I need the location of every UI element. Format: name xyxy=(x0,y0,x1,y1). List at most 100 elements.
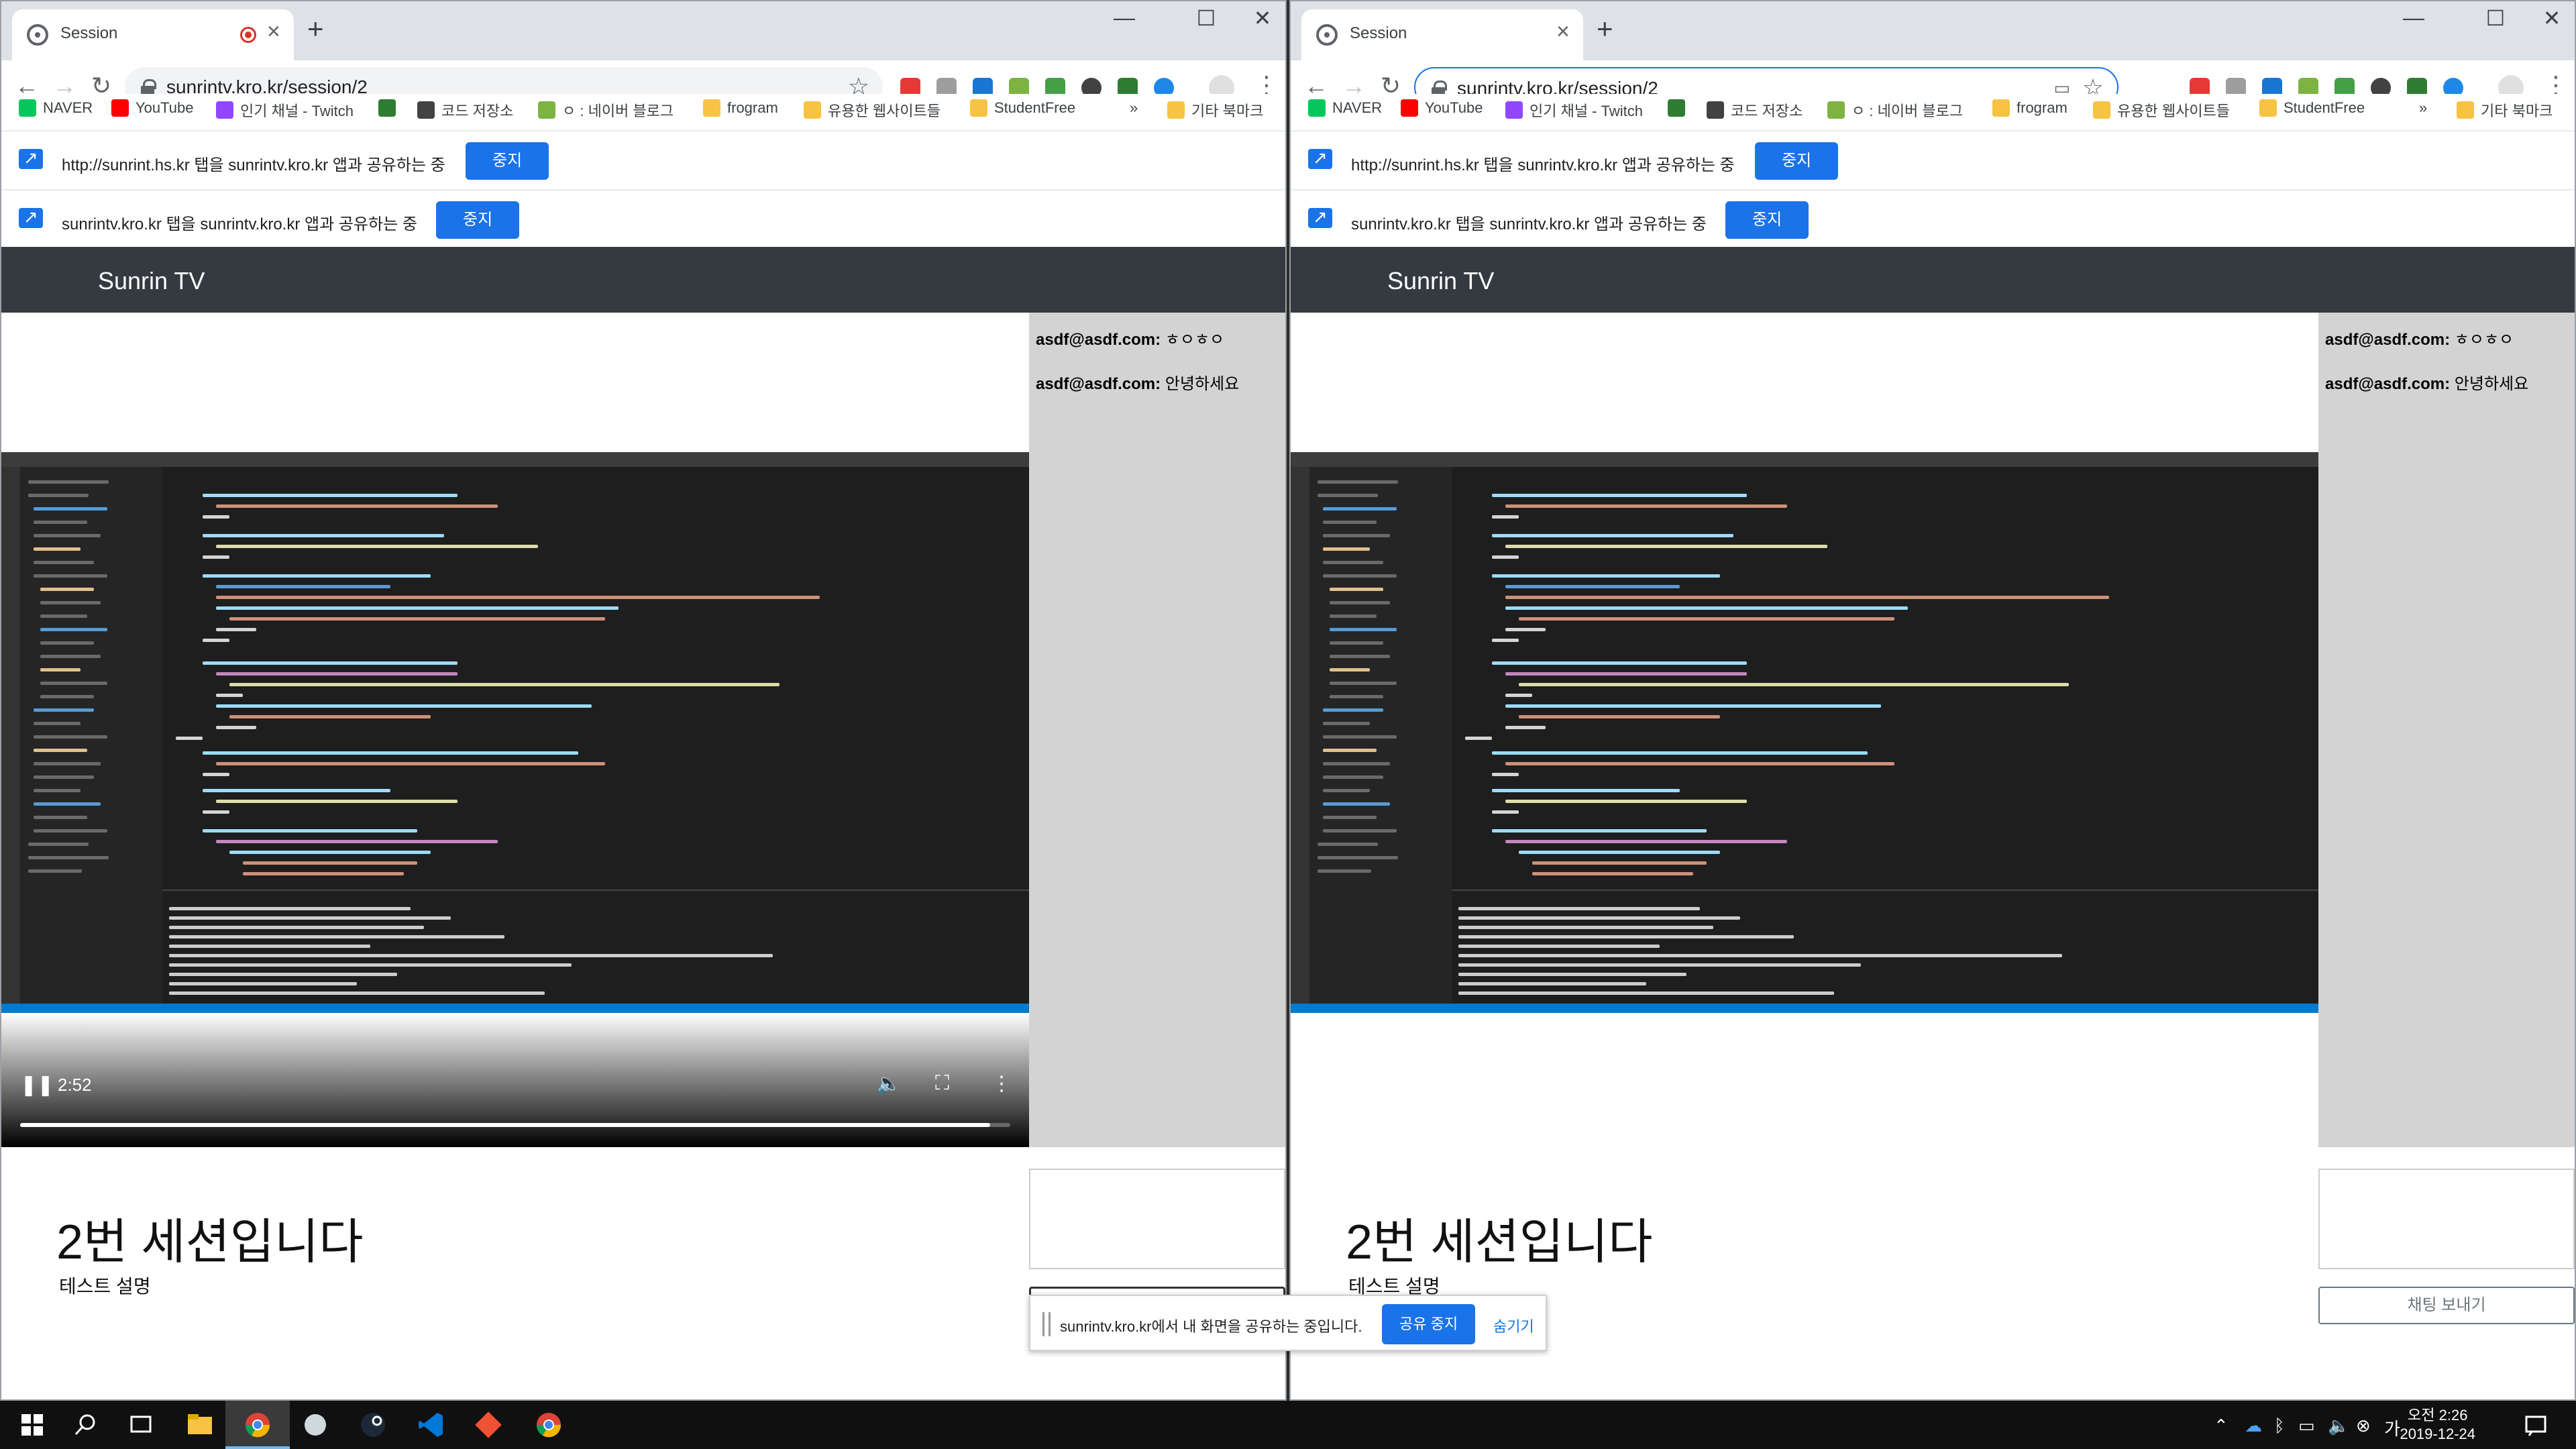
infobar-message: sunrintv.kro.kr 탭을 sunrintv.kro.kr 앱과 공유… xyxy=(62,215,417,233)
session-title: 2번 세션입니다 xyxy=(56,1216,364,1269)
bookmark-studentfree[interactable]: StudentFree xyxy=(2259,99,2365,117)
stop-sharing-button[interactable]: 중지 xyxy=(436,201,520,239)
bookmark-blog[interactable]: ㅇ : 네이버 블로그 xyxy=(538,99,674,121)
chrome-icon[interactable] xyxy=(533,1409,565,1441)
chrome-icon[interactable] xyxy=(241,1409,274,1441)
video-progress-bar[interactable] xyxy=(20,1123,1010,1127)
recording-icon xyxy=(240,27,256,43)
system-clock[interactable]: 오전 2:26 2019-12-24 xyxy=(2400,1406,2475,1444)
repo-icon xyxy=(417,101,435,119)
volume-icon[interactable]: 🔈 xyxy=(876,1072,901,1095)
hide-button[interactable]: 숨기기 xyxy=(1493,1315,1534,1336)
minimize-button[interactable]: — xyxy=(2394,5,2434,30)
chat-input[interactable] xyxy=(2318,1169,2575,1269)
maximize-button[interactable]: ☐ xyxy=(2475,5,2516,31)
new-tab-button[interactable]: + xyxy=(307,15,324,43)
app-icon[interactable] xyxy=(299,1409,331,1441)
window-close-button[interactable]: ✕ xyxy=(2532,5,2572,31)
tab-strip: Session × + — ☐ ✕ xyxy=(1291,1,2575,60)
bookmark-websites[interactable]: 유용한 웹사이트들 xyxy=(2093,99,2230,121)
stop-share-button[interactable]: 공유 중지 xyxy=(1382,1304,1476,1344)
vscode-icon[interactable] xyxy=(415,1409,447,1441)
bookmark-youtube[interactable]: YouTube xyxy=(1401,99,1483,117)
pause-icon[interactable]: ❚❚ xyxy=(20,1073,54,1097)
browser-window-left: Session × + — ☐ ✕ ← → ↻ sunrintv.kro.kr/… xyxy=(0,0,1287,1401)
bookmarks-overflow[interactable]: » xyxy=(2419,99,2427,117)
x-app-icon[interactable]: ⊗ xyxy=(2356,1415,2371,1436)
video-player[interactable]: ❚❚ 2:52 🔈 ⛶ ⋮ xyxy=(1,313,1029,1147)
naver-icon xyxy=(19,99,36,117)
folder-icon xyxy=(1992,99,2010,117)
bookmark-code[interactable] xyxy=(378,99,396,117)
stop-sharing-button[interactable]: 중지 xyxy=(1755,142,1839,180)
search-icon[interactable] xyxy=(70,1409,102,1441)
bookmark-other[interactable]: 기타 북마크 xyxy=(2457,99,2553,121)
video-controls: ❚❚ 2:52 🔈 ⛶ ⋮ xyxy=(1,1013,1029,1147)
tab-session[interactable]: Session × xyxy=(12,9,294,60)
bookmark-frogram[interactable]: frogram xyxy=(703,99,778,117)
close-tab-icon[interactable]: × xyxy=(1556,20,1570,43)
twitch-icon xyxy=(216,101,233,119)
folder-icon xyxy=(1167,101,1185,119)
folder-icon xyxy=(2093,101,2110,119)
bluetooth-icon[interactable]: ᛒ xyxy=(2274,1415,2285,1436)
tab-session[interactable]: Session × xyxy=(1301,9,1583,60)
bookmark-twitch[interactable]: 인기 채널 - Twitch xyxy=(1505,99,1643,121)
sharing-infobar: sunrintv.kro.kr 탭을 sunrintv.kro.kr 앱과 공유… xyxy=(1291,189,2575,247)
steam-icon[interactable] xyxy=(357,1409,389,1441)
new-tab-button[interactable]: + xyxy=(1597,15,1613,43)
drag-handle-icon[interactable] xyxy=(1042,1312,1051,1336)
screen-sharing-notice: sunrintv.kro.kr에서 내 화면을 공유하는 중입니다. 공유 중지… xyxy=(1029,1295,1547,1351)
notification-icon[interactable] xyxy=(2520,1409,2552,1441)
repo-icon xyxy=(1707,101,1724,119)
close-tab-icon[interactable]: × xyxy=(267,20,280,43)
bookmark-other[interactable]: 기타 북마크 xyxy=(1167,99,1263,121)
bookmark-icon xyxy=(378,99,396,117)
stop-sharing-button[interactable]: 중지 xyxy=(466,142,549,180)
task-view-icon[interactable] xyxy=(125,1409,157,1441)
folder-icon xyxy=(970,99,987,117)
send-chat-button[interactable]: 채팅 보내기 xyxy=(2318,1287,2575,1324)
sharing-infobar: http://sunrint.hs.kr 탭을 sunrintv.kro.kr … xyxy=(1,130,1285,188)
stop-sharing-button[interactable]: 중지 xyxy=(1725,201,1809,239)
volume-icon[interactable]: 🔈 xyxy=(2328,1415,2349,1436)
git-icon[interactable] xyxy=(472,1409,504,1441)
bookmark-code[interactable] xyxy=(1668,99,1685,117)
bookmark-frogram[interactable]: frogram xyxy=(1992,99,2068,117)
bookmark-naver[interactable]: NAVER xyxy=(1308,99,1382,117)
bookmark-studentfree[interactable]: StudentFree xyxy=(970,99,1075,117)
shared-screen xyxy=(1,452,1029,1013)
bookmark-websites[interactable]: 유용한 웹사이트들 xyxy=(804,99,941,121)
site-brand[interactable]: Sunrin TV xyxy=(98,267,205,295)
file-explorer-icon[interactable] xyxy=(184,1409,216,1441)
chevron-up-icon[interactable]: ⌃ xyxy=(2214,1415,2229,1436)
bookmark-repo[interactable]: 코드 저장소 xyxy=(417,99,513,121)
onedrive-icon[interactable]: ☁ xyxy=(2245,1415,2262,1436)
bookmark-naver[interactable]: NAVER xyxy=(19,99,93,117)
chat-message: asdf@asdf.com: ㅎㅇㅎㅇ xyxy=(2325,331,2514,349)
video-progress-fill xyxy=(20,1123,991,1127)
video-time: 2:52 xyxy=(58,1075,92,1095)
fullscreen-icon[interactable]: ⛶ xyxy=(935,1072,949,1095)
taskbar: ⌃ ☁ ᛒ ▭ 🔈 ⊗ 가 오전 2:26 2019-12-24 xyxy=(0,1401,2576,1449)
windows-start-icon[interactable] xyxy=(16,1409,48,1441)
desktop: Session × + — ☐ ✕ ← → ↻ sunrintv.kro.kr/… xyxy=(0,0,2576,1401)
bookmark-youtube[interactable]: YouTube xyxy=(111,99,193,117)
bookmarks-overflow[interactable]: » xyxy=(1130,99,1138,117)
minimize-button[interactable]: — xyxy=(1104,5,1144,30)
maximize-button[interactable]: ☐ xyxy=(1186,5,1226,31)
bookmark-repo[interactable]: 코드 저장소 xyxy=(1707,99,1803,121)
chat-input[interactable] xyxy=(1029,1169,1285,1269)
tab-strip: Session × + — ☐ ✕ xyxy=(1,1,1285,60)
share-icon xyxy=(19,148,43,169)
bookmark-blog[interactable]: ㅇ : 네이버 블로그 xyxy=(1827,99,1963,121)
network-icon[interactable]: ▭ xyxy=(2298,1415,2315,1436)
more-options-icon[interactable]: ⋮ xyxy=(991,1072,1012,1095)
video-player[interactable] xyxy=(1291,313,2318,1147)
keyboard-layout-icon[interactable]: 가 xyxy=(2384,1415,2400,1440)
youtube-icon xyxy=(111,99,129,117)
window-close-button[interactable]: ✕ xyxy=(1242,5,1283,31)
sharing-infobar: http://sunrint.hs.kr 탭을 sunrintv.kro.kr … xyxy=(1291,130,2575,188)
bookmark-twitch[interactable]: 인기 채널 - Twitch xyxy=(216,99,354,121)
site-brand[interactable]: Sunrin TV xyxy=(1387,267,1494,295)
